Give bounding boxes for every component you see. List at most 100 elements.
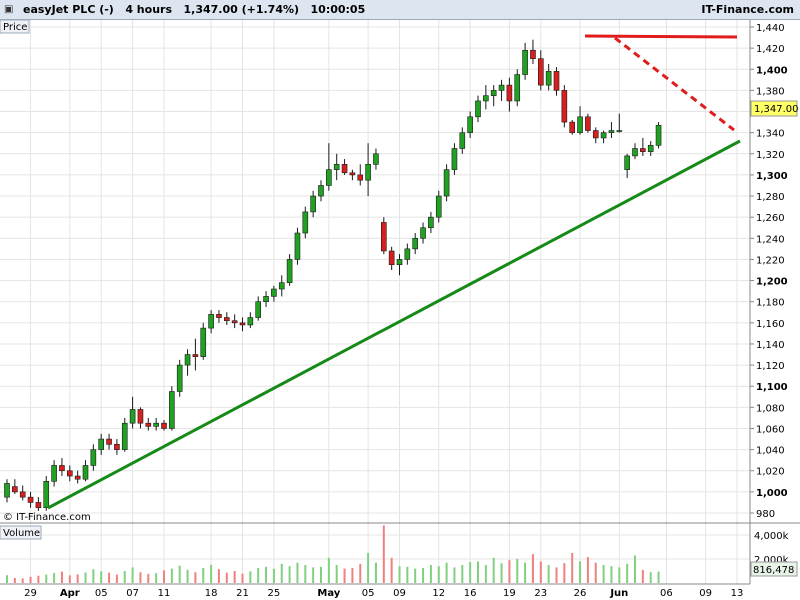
volume-bar — [280, 563, 283, 583]
volume-bar — [398, 566, 401, 583]
volume-bar — [453, 567, 456, 583]
candle-body — [239, 322, 246, 326]
volume-bar — [445, 562, 448, 583]
volume-bar — [610, 566, 613, 583]
candle-body — [255, 301, 261, 318]
x-tick-label: 21 — [236, 588, 249, 599]
candle-body — [129, 409, 136, 424]
y-tick-label: 1,220 — [756, 255, 785, 266]
last-price-value: 1,347.00 — [754, 104, 799, 115]
y-tick-label: 1,060 — [756, 424, 785, 435]
volume-bar — [288, 566, 291, 583]
volume-bar — [618, 567, 621, 583]
candle-body — [530, 49, 536, 59]
candle-body — [43, 481, 50, 509]
volume-bar — [579, 561, 582, 583]
candle-body — [655, 124, 662, 146]
candle-body — [490, 90, 497, 96]
y-tick-label: 1,280 — [756, 192, 785, 203]
volume-bar — [327, 557, 330, 583]
candle-body — [357, 174, 364, 181]
candle-body — [106, 438, 112, 445]
volume-bar — [217, 569, 220, 583]
volume-bar — [374, 562, 377, 583]
y-tick-label: 1,240 — [756, 234, 785, 245]
x-tick-label: 06 — [660, 588, 673, 599]
volume-bar — [241, 573, 244, 583]
y-tick-label: 1,380 — [756, 86, 785, 97]
x-tick-label: 16 — [464, 588, 477, 599]
candle-body — [498, 84, 505, 91]
volume-bar — [571, 553, 574, 583]
candle-body — [365, 164, 371, 181]
candle-body — [247, 317, 254, 326]
y-tick-label: 980 — [756, 509, 775, 520]
candle-body — [380, 222, 387, 252]
candle-body — [184, 354, 191, 366]
candle-body — [632, 148, 638, 157]
y-tick-label: 1,300 — [756, 171, 788, 182]
candle-body — [396, 259, 403, 266]
volume-bar — [163, 570, 165, 583]
stock-chart[interactable]: 1,4401,4201,4001,3801,3601,3401,3201,300… — [0, 0, 800, 600]
candle-body — [522, 49, 528, 75]
candle-body — [592, 130, 599, 139]
candle-body — [561, 90, 568, 123]
candle-body — [467, 116, 473, 133]
candle-body — [341, 164, 348, 174]
candle-body — [404, 248, 411, 260]
volume-bar — [563, 563, 566, 583]
y-tick-label: 1,080 — [756, 403, 785, 414]
volume-bar — [335, 565, 338, 583]
price-panel-label: Price — [3, 22, 27, 33]
date-axis-labels: 29 Apr 05 07 11 18 21 25 May 05 09 12 16 19 23 26 Jun 06 0… — [24, 588, 743, 599]
volume-bar — [516, 559, 519, 583]
volume-bar — [304, 565, 307, 583]
candle-body — [647, 145, 654, 152]
price-grid — [0, 20, 750, 584]
candle-body — [545, 71, 552, 86]
x-tick-label: 05 — [95, 588, 108, 599]
volume-bar — [202, 568, 205, 583]
x-tick-label: 12 — [432, 588, 445, 599]
candle-body — [608, 130, 615, 133]
volume-bar — [343, 568, 346, 583]
volume-bar — [649, 572, 652, 583]
volume-bar — [108, 572, 111, 583]
y-tick-label: 1,120 — [756, 361, 785, 372]
volume-bar — [45, 574, 48, 583]
volume-bar — [531, 554, 534, 583]
y-tick-label: 1,100 — [756, 382, 788, 393]
volume-bar — [382, 525, 385, 583]
last-volume-value: 816,478 — [753, 565, 794, 576]
volume-bar — [76, 574, 79, 583]
candle-body — [263, 296, 269, 302]
volume-bar — [115, 574, 118, 583]
volume-bar — [351, 568, 354, 583]
candle-body — [506, 84, 513, 102]
x-tick-label: 18 — [205, 588, 218, 599]
volume-bar — [634, 555, 636, 583]
candle-body — [19, 491, 26, 498]
y-tick-label: 1,440 — [756, 23, 785, 34]
volume-bar — [13, 577, 16, 583]
candle-body — [577, 116, 583, 133]
volume-bar — [586, 557, 589, 583]
candle-body — [569, 121, 576, 133]
volume-bar — [131, 567, 134, 583]
candle-body — [27, 496, 34, 503]
candle-body — [553, 71, 560, 91]
volume-bar — [492, 557, 495, 583]
candle-body — [74, 475, 81, 480]
candle-body — [271, 288, 277, 297]
candle-body — [208, 314, 214, 329]
volume-bar — [508, 560, 511, 583]
volume-bar — [626, 563, 629, 583]
volume-bar — [92, 569, 95, 583]
volume-bar — [210, 565, 213, 583]
volume-bar — [178, 565, 181, 583]
volume-bar — [272, 568, 275, 583]
y-tick-label: 1,160 — [756, 319, 785, 330]
candle-body — [153, 422, 159, 427]
candle-body — [4, 483, 10, 498]
